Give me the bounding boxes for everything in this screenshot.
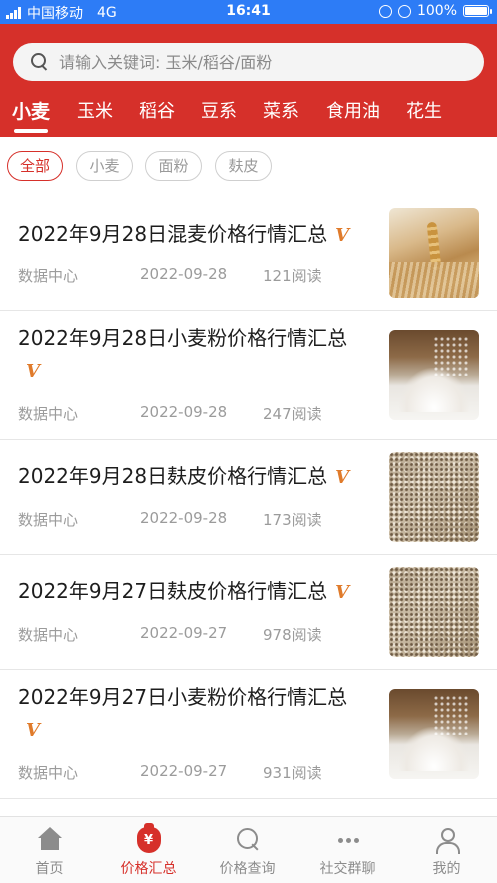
chat-dots-icon (335, 827, 361, 853)
nav-mine[interactable]: 我的 (397, 817, 496, 883)
article-title: 2022年9月28日混麦价格行情汇总 V (18, 222, 350, 246)
bran-thumbnail (389, 567, 479, 657)
search-icon (31, 53, 49, 71)
article-source: 数据中心 (18, 764, 79, 782)
nav-social-chat[interactable]: 社交群聊 (298, 817, 397, 883)
article-source: 数据中心 (18, 267, 79, 285)
article-title: 2022年9月28日麸皮价格行情汇总 V (18, 464, 350, 488)
filter-chips: 全部 小麦 面粉 麸皮 (0, 151, 497, 181)
search-input[interactable] (59, 52, 459, 72)
verified-v-icon: V (26, 361, 40, 382)
tab-beans[interactable]: 豆系 (201, 97, 237, 133)
verified-v-icon: V (335, 225, 350, 246)
tab-corn[interactable]: 玉米 (77, 97, 113, 133)
tab-peanut[interactable]: 花生 (406, 97, 442, 133)
article-reads: 247阅读 (263, 405, 322, 423)
chip-flour[interactable]: 面粉 (145, 151, 202, 181)
tab-rice[interactable]: 稻谷 (139, 97, 175, 133)
chip-wheat[interactable]: 小麦 (76, 151, 133, 181)
article-source: 数据中心 (18, 511, 79, 529)
article-date: 2022-09-27 (140, 762, 228, 780)
tab-rapeseed[interactable]: 菜系 (263, 97, 299, 133)
search-icon (235, 827, 261, 853)
chip-all[interactable]: 全部 (7, 151, 63, 181)
nav-price-summary[interactable]: 价格汇总 (99, 817, 198, 883)
article-source: 数据中心 (18, 626, 79, 644)
bottom-nav: 首页 价格汇总 价格查询 社交群聊 我的 (0, 816, 497, 883)
alarm-icon (397, 4, 411, 18)
user-icon (434, 827, 460, 854)
article-date: 2022-09-28 (140, 509, 228, 527)
list-item[interactable]: 2022年9月28日小麦粉价格行情汇总V 数据中心 2022-09-28 247… (0, 311, 497, 440)
wheat-field-thumbnail (389, 208, 479, 298)
flour-pile-thumbnail (389, 689, 479, 779)
money-bag-icon (136, 823, 161, 853)
nav-home[interactable]: 首页 (0, 817, 99, 883)
list-item[interactable]: 2022年9月28日麸皮价格行情汇总 V 数据中心 2022-09-28 173阅… (0, 440, 497, 555)
chip-bran[interactable]: 麸皮 (215, 151, 272, 181)
bran-thumbnail (389, 452, 479, 542)
status-bar: 中国移动 4G 16:41 100% (0, 0, 497, 24)
article-title: 2022年9月28日小麦粉价格行情汇总V (18, 326, 348, 382)
article-reads: 978阅读 (263, 626, 322, 644)
article-date: 2022-09-28 (140, 265, 228, 283)
list-item[interactable]: 2022年9月27日麸皮价格行情汇总 V 数据中心 2022-09-27 978阅… (0, 555, 497, 670)
article-reads: 173阅读 (263, 511, 322, 529)
battery-percent: 100% (416, 3, 457, 19)
search-bar[interactable] (13, 43, 484, 81)
verified-v-icon: V (26, 720, 40, 741)
list-item[interactable]: 2022年9月28日混麦价格行情汇总 V 数据中心 2022-09-28 121阅… (0, 196, 497, 311)
article-title: 2022年9月27日小麦粉价格行情汇总V (18, 685, 348, 741)
rotation-lock-icon (378, 4, 392, 18)
header: 小麦 玉米 稻谷 豆系 菜系 食用油 花生 (0, 24, 497, 137)
battery-icon (463, 5, 492, 17)
list-item[interactable]: 2022年9月27日小麦粉价格行情汇总V 数据中心 2022-09-27 931… (0, 670, 497, 799)
article-title: 2022年9月27日麸皮价格行情汇总 V (18, 579, 350, 603)
article-reads: 931阅读 (263, 764, 322, 782)
nav-price-query[interactable]: 价格查询 (198, 817, 297, 883)
app-screen: 中国移动 4G 16:41 100% 小麦 玉米 稻谷 豆系 菜系 食用油 花生… (0, 0, 497, 883)
article-date: 2022-09-28 (140, 403, 228, 421)
tab-edible-oil[interactable]: 食用油 (326, 97, 380, 133)
category-tabs: 小麦 玉米 稻谷 豆系 菜系 食用油 花生 (0, 97, 497, 133)
tab-wheat[interactable]: 小麦 (12, 97, 50, 133)
flour-pile-thumbnail (389, 330, 479, 420)
verified-v-icon: V (335, 582, 350, 603)
article-reads: 121阅读 (263, 267, 322, 285)
article-source: 数据中心 (18, 405, 79, 423)
home-icon (37, 827, 63, 853)
verified-v-icon: V (335, 467, 350, 488)
article-list: 2022年9月28日混麦价格行情汇总 V 数据中心 2022-09-28 121阅… (0, 196, 497, 799)
article-date: 2022-09-27 (140, 624, 228, 642)
